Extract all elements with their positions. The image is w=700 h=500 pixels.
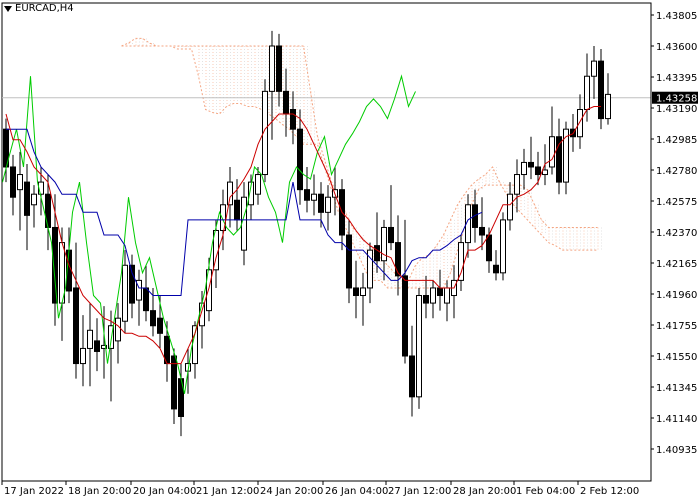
price-tick-label: 1.41755 [656,321,697,332]
candle-body [430,287,436,304]
candle-body [269,45,275,92]
candle-body [73,287,79,365]
price-tick-label: 1.41140 [656,414,697,425]
price-tick-label: 1.43190 [656,104,697,115]
candle-body [353,287,359,297]
price-tick-label: 1.41960 [656,290,697,301]
price-tick-label: 1.42985 [656,135,697,146]
candle-body [45,193,51,228]
candle-body [234,199,240,221]
candle-body [458,242,464,281]
candle-body [402,275,408,357]
candle-body [304,189,310,201]
price-tick-label: 1.41345 [656,383,697,394]
candle-body [115,317,121,342]
time-tick-label: 21 Jan 12:00 [196,486,259,497]
candle-body [31,193,37,206]
candle-body [17,174,23,191]
candle-body [283,90,289,115]
price-tick-label: 1.41550 [656,352,697,363]
time-tick-label: 17 Jan 2022 [4,486,64,497]
price-tick-label: 1.43395 [656,73,697,84]
plot-frame [1,2,652,482]
candle-body [318,193,324,213]
candle-body [500,219,506,274]
price-tick-label: 1.42575 [656,197,697,208]
price-tick-label: 1.43805 [656,11,697,22]
candle-body [493,264,499,274]
candle-body [409,355,415,398]
candle-body [549,136,555,168]
candle-body [241,196,247,251]
candle-body [290,109,296,130]
candle-body [325,196,331,213]
candle-body [346,234,352,289]
candle-body [444,287,450,304]
candle-body [437,287,443,297]
price-tick-label: 1.40935 [656,445,697,456]
price-tick-label: 1.42780 [656,166,697,177]
time-tick-label: 28 Jan 20:00 [453,486,516,497]
time-tick-label: 24 Jan 20:00 [260,486,323,497]
candle-body [535,166,541,176]
candle-body [360,287,366,297]
candle-body [24,181,30,216]
candle-body [157,317,163,334]
dropdown-triangle-icon[interactable] [4,5,12,12]
candle-body [122,264,128,322]
candle-body [150,310,156,327]
symbol-timeframe-text: EURCAD,H4 [15,3,74,14]
candle-body [584,75,590,111]
time-tick-label: 18 Jan 20:00 [68,486,131,497]
price-tick-label: 1.42165 [656,259,697,270]
price-tick-label: 1.43600 [656,42,697,53]
candle-body [521,161,527,176]
candle-body [255,174,261,195]
current-price-label: 1.43258 [656,94,697,105]
candle-body [416,295,422,398]
candle-body [395,242,401,277]
chart-window[interactable]: 1.43805 1.43600 1.43395 1.43190 1.42985 1.427… [0,0,700,500]
candle-body [311,193,317,201]
price-tick-label: 1.42370 [656,228,697,239]
time-tick-label: 26 Jan 04:00 [325,486,388,497]
time-tick-label: 20 Jan 04:00 [133,486,196,497]
chikou-span-line [2,74,416,394]
candle-body [374,245,380,262]
candle-body [388,226,394,244]
price-chart[interactable]: 1.43805 1.43600 1.43395 1.43190 1.42985 1.427… [0,0,700,500]
symbol-label: EURCAD,H4 [4,3,74,14]
time-tick-label: 27 Jan 12:00 [388,486,451,497]
candle-body [10,166,16,198]
time-tick-label: 2 Feb 12:00 [580,486,639,497]
candle-body [276,45,282,92]
candle-body [486,234,492,262]
candle-body [598,60,604,120]
candle-body [577,109,583,138]
candle-body [94,340,100,352]
candle-body [514,174,520,195]
candle-body [297,128,303,191]
candle-body [542,169,548,176]
candle-body [423,295,429,304]
candle-body [528,161,534,168]
candle-body [143,287,149,312]
time-tick-label: 1 Feb 04:00 [516,486,575,497]
candle-body [80,347,86,365]
candle-body [556,136,562,183]
candle-body [479,226,485,236]
candle-body [605,93,611,120]
candle-body [87,329,93,349]
tenkan-sen-line [5,106,601,365]
candle-body [591,60,597,77]
candle-body [227,181,233,206]
candle-body [507,193,513,221]
